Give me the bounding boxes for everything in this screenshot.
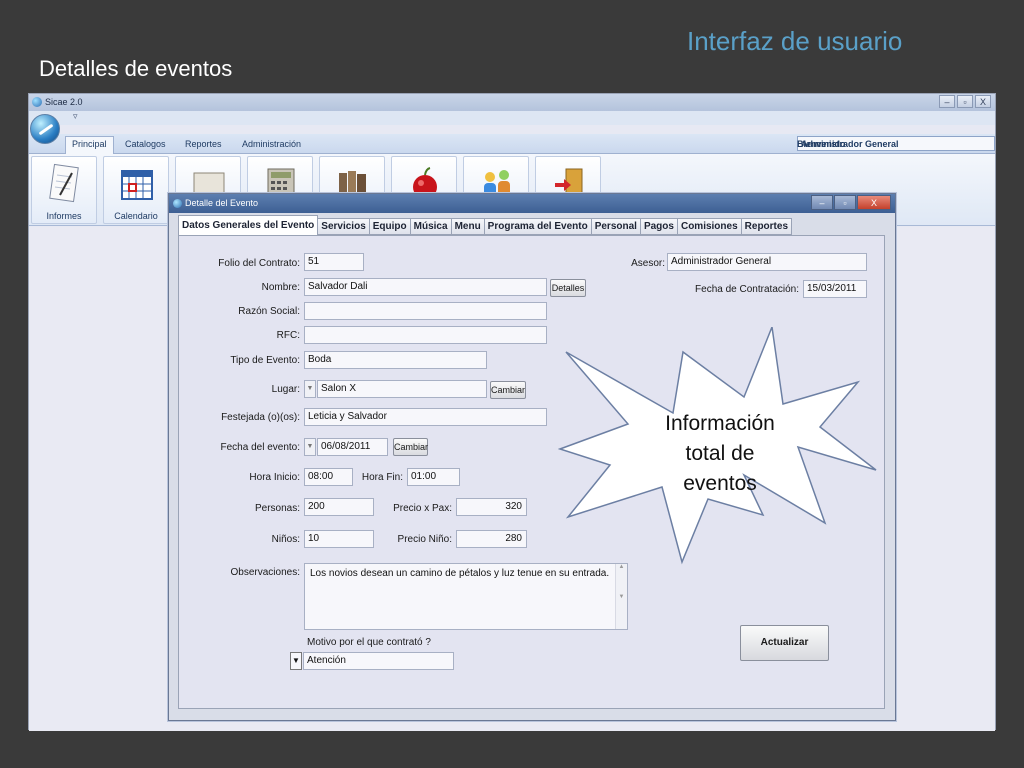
fecha-contratacion-label: Fecha de Contratación:: [695, 284, 799, 295]
tab-comisiones[interactable]: Comisiones: [676, 218, 742, 235]
rfc-field[interactable]: [304, 326, 547, 344]
asesor-field[interactable]: Administrador General: [667, 253, 867, 271]
motivo-label: Motivo por el que contrató ?: [307, 637, 431, 648]
notepad-icon: [49, 163, 79, 203]
tab-datos-generales[interactable]: Datos Generales del Evento: [178, 215, 319, 235]
tab-catalogos[interactable]: Catalogos: [119, 137, 172, 151]
razon-social-field[interactable]: [304, 302, 547, 320]
app-title: Sicae 2.0: [45, 97, 83, 107]
dialog-logo-icon: [173, 199, 182, 208]
callout-line-3: eventos: [683, 472, 757, 495]
tab-administracion[interactable]: Administración: [236, 137, 307, 151]
dialog-minimize-button[interactable]: –: [811, 195, 833, 210]
dialog-titlebar: Detalle del Evento – ▫ X: [169, 194, 895, 213]
precio-pax-label: Precio x Pax:: [393, 503, 452, 514]
observaciones-scrollbar[interactable]: ▲ ▼: [615, 564, 627, 629]
asesor-label: Asesor:: [631, 258, 665, 269]
cambiar-fecha-button[interactable]: Cambiar: [393, 438, 428, 456]
folio-label: Folio del Contrato:: [218, 258, 300, 269]
welcome-label: Bienvenido: [797, 138, 846, 149]
observaciones-text: Los novios desean un camino de pétalos y…: [310, 568, 610, 579]
dialog-maximize-button[interactable]: ▫: [834, 195, 856, 210]
cambiar-lugar-button[interactable]: Cambiar: [490, 381, 526, 399]
hora-fin-field[interactable]: 01:00: [407, 468, 460, 486]
quick-access-dropdown[interactable]: ▿: [73, 111, 78, 121]
calendario-label: Calendario: [114, 211, 158, 221]
tab-servicios[interactable]: Servicios: [317, 218, 370, 235]
tab-principal[interactable]: Principal: [65, 136, 114, 155]
tab-programa-del-evento[interactable]: Programa del Evento: [483, 218, 592, 235]
dialog-title: Detalle del Evento: [185, 198, 259, 208]
dialog-window-controls: – ▫ X: [811, 195, 891, 210]
tab-personal[interactable]: Personal: [590, 218, 641, 235]
observaciones-label: Observaciones:: [230, 567, 300, 578]
window-controls: – ▫ X: [939, 95, 991, 108]
nombre-label: Nombre:: [261, 282, 300, 293]
motivo-field[interactable]: Atención: [303, 652, 454, 670]
quick-access-toolbar: ▿: [29, 111, 995, 125]
hora-inicio-label: Hora Inicio:: [249, 472, 300, 483]
app-titlebar: Sicae 2.0 – ▫ X: [29, 94, 995, 111]
callout-line-1: Información: [665, 412, 775, 435]
tipo-evento-label: Tipo de Evento:: [230, 355, 300, 366]
app-logo-icon: [32, 97, 42, 107]
dialog-tabs: Datos Generales del Evento Servicios Equ…: [178, 215, 793, 236]
tab-pagos[interactable]: Pagos: [639, 218, 678, 235]
tab-menu[interactable]: Menu: [450, 218, 485, 235]
maximize-button[interactable]: ▫: [957, 95, 973, 108]
nombre-field[interactable]: Salvador Dali: [304, 278, 547, 296]
callout-text: Información total de eventos: [640, 409, 800, 499]
tab-equipo[interactable]: Equipo: [368, 218, 411, 235]
informes-button[interactable]: Informes: [31, 156, 97, 224]
precio-nino-field[interactable]: 280: [456, 530, 527, 548]
rfc-label: RFC:: [276, 330, 300, 341]
motivo-dropdown-icon[interactable]: ▼: [290, 652, 302, 670]
fecha-evento-dropdown-icon[interactable]: ▼: [304, 438, 316, 456]
hora-inicio-field[interactable]: 08:00: [304, 468, 353, 486]
razon-social-label: Razón Social:: [238, 306, 300, 317]
precio-pax-field[interactable]: 320: [456, 498, 527, 516]
close-button[interactable]: X: [975, 95, 991, 108]
fecha-contratacion-field[interactable]: 15/03/2011: [803, 280, 867, 298]
festejada-field[interactable]: Leticia y Salvador: [304, 408, 547, 426]
dialog-close-button[interactable]: X: [857, 195, 891, 210]
ninos-field[interactable]: 10: [304, 530, 374, 548]
fecha-evento-field[interactable]: 06/08/2011: [317, 438, 388, 456]
folio-field[interactable]: 51: [304, 253, 364, 271]
calendar-icon: [121, 170, 153, 200]
calendario-button[interactable]: Calendario: [103, 156, 169, 224]
precio-nino-label: Precio Niño:: [397, 534, 452, 545]
tab-musica[interactable]: Música: [409, 218, 452, 235]
tab-reportes-dialog[interactable]: Reportes: [740, 218, 793, 235]
festejada-label: Festejada (o)(os):: [221, 412, 300, 423]
detalles-button[interactable]: Detalles: [550, 279, 586, 297]
lugar-field[interactable]: Salon X: [317, 380, 487, 398]
fecha-evento-label: Fecha del evento:: [220, 442, 301, 453]
tab-reportes[interactable]: Reportes: [179, 137, 228, 151]
callout-line-2: total de: [685, 442, 755, 465]
hora-fin-label: Hora Fin:: [361, 472, 403, 483]
lugar-dropdown-icon[interactable]: ▼: [304, 380, 316, 398]
informes-label: Informes: [46, 211, 82, 221]
ribbon-tabs: Principal Catalogos Reportes Administrac…: [29, 134, 995, 155]
tipo-evento-field[interactable]: Boda: [304, 351, 487, 369]
minimize-button[interactable]: –: [939, 95, 955, 108]
ninos-label: Niños:: [271, 534, 300, 545]
app-menu-orb-icon[interactable]: [30, 114, 60, 144]
slide-title: Interfaz de usuario: [687, 26, 903, 56]
personas-label: Personas:: [254, 503, 300, 514]
observaciones-textarea[interactable]: Los novios desean un camino de pétalos y…: [304, 563, 628, 630]
welcome-area: Bienvenido Administrador General: [797, 136, 995, 151]
personas-field[interactable]: 200: [304, 498, 374, 516]
actualizar-button[interactable]: Actualizar: [740, 625, 829, 661]
slide-subtitle: Detalles de eventos: [39, 56, 233, 81]
lugar-label: Lugar:: [271, 384, 300, 395]
